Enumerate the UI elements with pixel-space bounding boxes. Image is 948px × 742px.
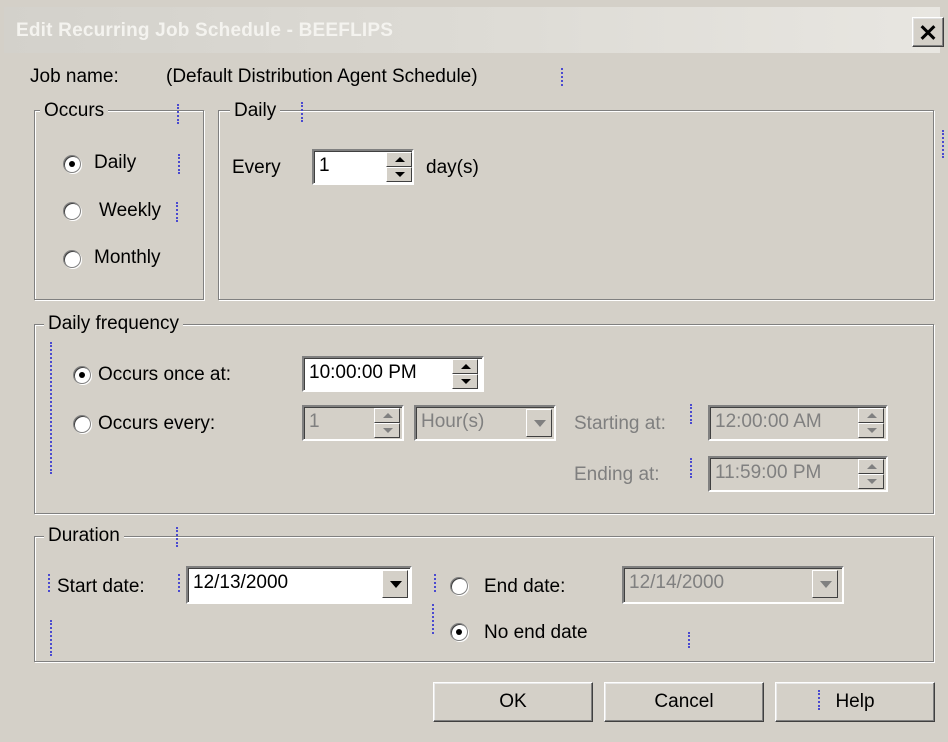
chevron-down-icon[interactable]: [812, 570, 838, 598]
spin-down-icon[interactable]: [374, 423, 400, 438]
job-name-label: Job name:: [30, 66, 119, 87]
focus-dots: [178, 154, 180, 174]
end-date-input[interactable]: 12/14/2000: [622, 566, 844, 604]
daily-legend: Daily: [230, 100, 281, 122]
end-date-radio[interactable]: [450, 577, 468, 595]
focus-dots: [176, 202, 178, 222]
cancel-button[interactable]: Cancel: [604, 682, 764, 722]
focus-dots: [178, 574, 180, 592]
spin-down-icon[interactable]: [858, 423, 884, 438]
chevron-down-icon[interactable]: [526, 409, 552, 437]
spin-up-icon[interactable]: [858, 459, 884, 474]
spin-up-icon[interactable]: [386, 152, 412, 167]
occurs-once-label[interactable]: Occurs once at:: [98, 364, 231, 386]
focus-dots: [176, 527, 178, 547]
occurs-monthly-radio[interactable]: [63, 250, 81, 268]
spin-down-icon[interactable]: [858, 474, 884, 489]
starting-at-label: Starting at:: [574, 413, 666, 434]
days-unit-label: day(s): [426, 157, 479, 178]
chevron-down-icon[interactable]: [382, 570, 408, 598]
spin-down-icon[interactable]: [386, 167, 412, 182]
daily-group: [218, 110, 934, 300]
focus-dots: [690, 458, 692, 478]
occurs-every-radio[interactable]: [73, 415, 91, 433]
focus-dots: [301, 102, 303, 122]
focus-dots: [818, 690, 820, 710]
focus-dots: [942, 130, 944, 158]
job-name-value: (Default Distribution Agent Schedule): [166, 66, 478, 87]
schedule-dialog: Edit Recurring Job Schedule - BEEFLIPS J…: [0, 0, 948, 742]
focus-dots: [50, 620, 52, 656]
ok-button[interactable]: OK: [433, 682, 593, 722]
focus-dots: [688, 632, 690, 648]
no-end-date-label[interactable]: No end date: [484, 622, 588, 644]
close-button[interactable]: [912, 17, 944, 47]
every-label: Every: [232, 157, 281, 178]
spin-down-icon[interactable]: [452, 374, 478, 389]
no-end-date-radio[interactable]: [450, 623, 468, 641]
occurs-daily-label[interactable]: Daily: [94, 152, 136, 174]
title-bar[interactable]: Edit Recurring Job Schedule - BEEFLIPS: [4, 7, 944, 53]
start-date-input[interactable]: 12/13/2000: [186, 566, 412, 604]
occurs-daily-radio[interactable]: [63, 155, 81, 173]
start-date-label: Start date:: [57, 576, 145, 597]
spin-up-icon[interactable]: [858, 408, 884, 423]
duration-legend: Duration: [44, 525, 124, 547]
end-date-label[interactable]: End date:: [484, 576, 565, 598]
help-button[interactable]: Help: [775, 682, 935, 722]
occurs-weekly-label[interactable]: Weekly: [99, 200, 161, 222]
focus-dots: [177, 104, 179, 124]
occurs-every-label[interactable]: Occurs every:: [98, 413, 215, 435]
occurs-monthly-label[interactable]: Monthly: [94, 247, 161, 269]
spin-up-icon[interactable]: [374, 408, 400, 423]
occurs-weekly-radio[interactable]: [63, 202, 81, 220]
occurs-legend: Occurs: [40, 100, 109, 122]
daily-frequency-legend: Daily frequency: [44, 313, 183, 335]
focus-dots: [432, 604, 434, 634]
focus-dots: [690, 404, 692, 424]
focus-dots: [561, 68, 563, 86]
ending-at-label: Ending at:: [574, 464, 660, 485]
focus-dots: [434, 574, 436, 592]
spin-up-icon[interactable]: [452, 359, 478, 374]
focus-dots: [50, 342, 52, 474]
occurs-once-radio[interactable]: [73, 366, 91, 384]
focus-dots: [48, 574, 50, 592]
window-title: Edit Recurring Job Schedule - BEEFLIPS: [16, 20, 394, 41]
